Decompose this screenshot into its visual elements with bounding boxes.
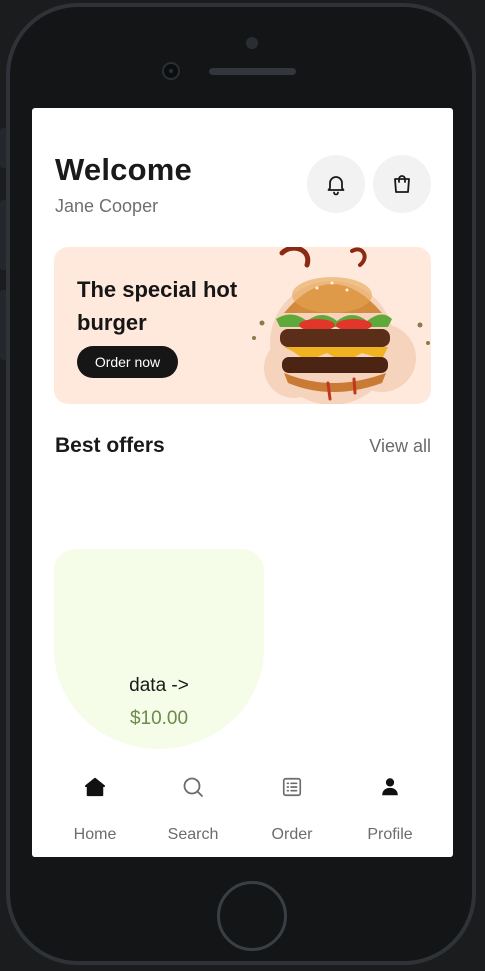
front-sensor: [246, 37, 258, 49]
nav-label-order: Order: [271, 826, 313, 843]
notifications-button[interactable]: [307, 155, 365, 213]
offer-price: $10.00: [129, 708, 189, 729]
front-camera: [162, 62, 180, 80]
bottom-navigation: Home Search Order Profile: [32, 758, 453, 857]
volume-down-button: [0, 290, 6, 360]
user-name: Jane Cooper: [55, 196, 159, 216]
search-icon: [183, 777, 203, 797]
nav-item-search[interactable]: Search: [148, 772, 238, 844]
view-all-link[interactable]: View all: [369, 436, 431, 457]
nav-item-order[interactable]: Order: [247, 772, 337, 844]
nav-label-search: Search: [167, 826, 219, 843]
profile-icon: [382, 778, 398, 796]
volume-up-button: [0, 200, 6, 270]
order-now-button[interactable]: Order now: [77, 346, 178, 378]
burger-image: [252, 247, 430, 404]
banner-title: The special hot burger: [77, 277, 238, 335]
offer-name: data ->: [129, 675, 189, 696]
nav-item-home[interactable]: Home: [50, 772, 140, 844]
offer-card[interactable]: data -> $10.00: [54, 549, 264, 749]
bell-icon: [327, 176, 345, 196]
nav-label-profile: Profile: [367, 826, 413, 843]
hardware-home-button[interactable]: [217, 881, 287, 951]
cart-button[interactable]: [373, 155, 431, 213]
mute-switch: [0, 128, 6, 168]
shopping-bag-icon: [394, 175, 410, 193]
best-offers-title: Best offers: [55, 434, 165, 457]
nav-item-profile[interactable]: Profile: [345, 772, 435, 844]
home-icon: [84, 777, 106, 797]
page-title: Welcome: [55, 152, 192, 187]
earpiece-speaker: [209, 68, 296, 75]
nav-label-home: Home: [73, 826, 117, 843]
promo-banner[interactable]: The special hot burger Order now: [54, 247, 431, 404]
app-screen: Welcome Jane Cooper The special hot burg…: [32, 108, 453, 857]
order-list-icon: [282, 777, 302, 797]
